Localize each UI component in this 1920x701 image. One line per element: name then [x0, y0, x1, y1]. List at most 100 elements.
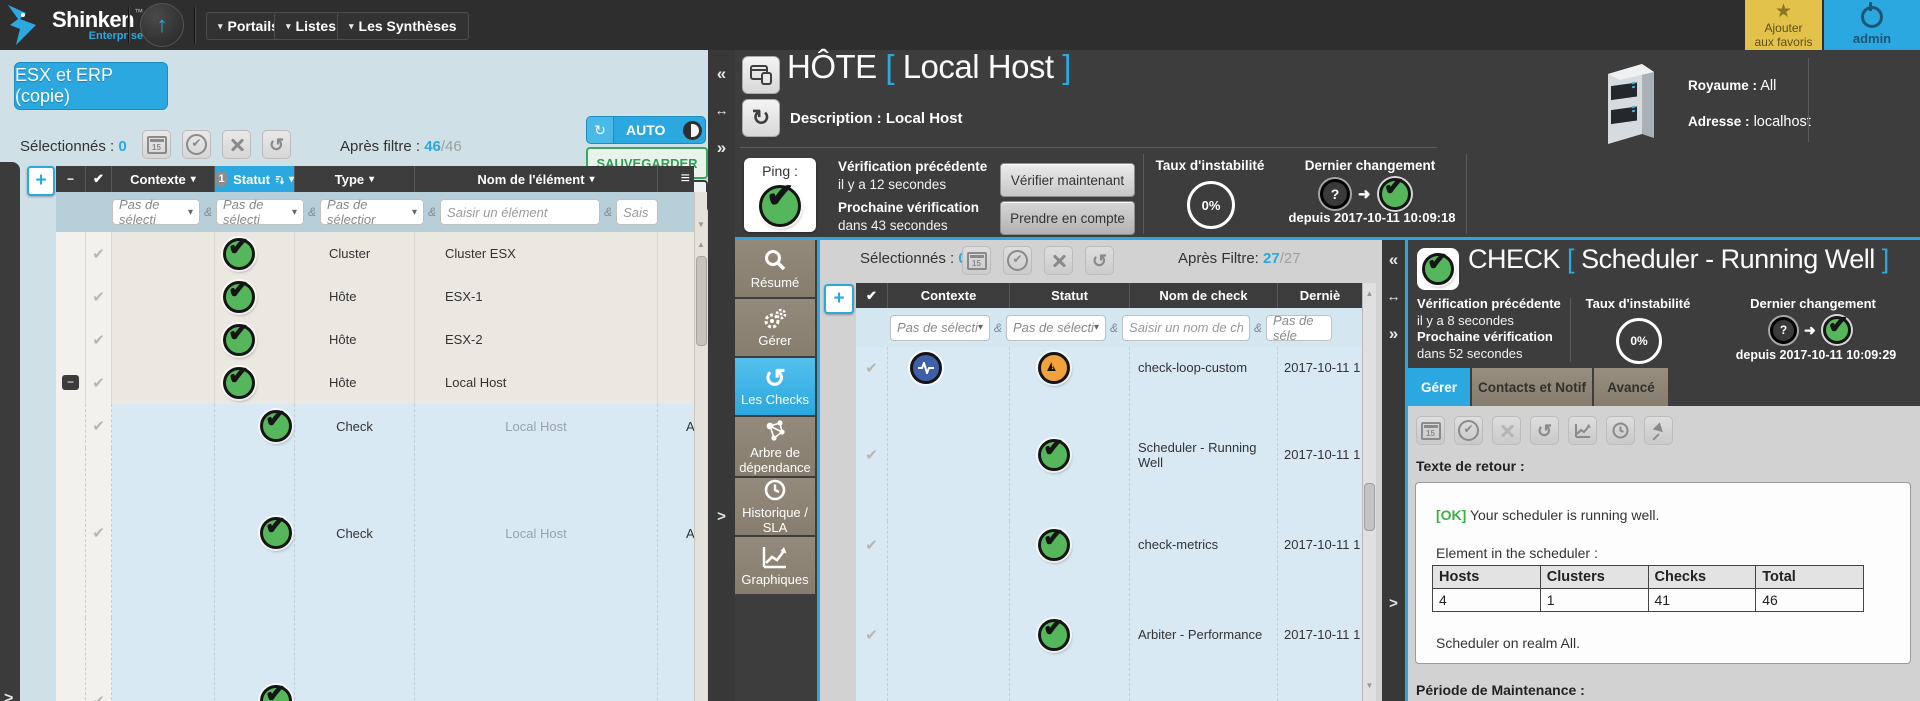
list-title[interactable]: ESX et ERP (copie)	[14, 62, 168, 110]
acknowledge-button[interactable]: ✔	[1003, 246, 1032, 275]
table-row-check[interactable]: ✔ Check Local Host A	[56, 404, 694, 449]
downtime-button[interactable]: 15	[962, 246, 991, 275]
filter-contexte[interactable]: Pas de sélecti ▾	[890, 315, 990, 341]
add-check-button[interactable]: +	[824, 284, 854, 314]
checks-scrollbar[interactable]: ▲ ▼	[1362, 283, 1376, 701]
graph-button[interactable]	[1568, 416, 1597, 445]
menu-syntheses[interactable]: ▾ Les Synthèses	[337, 12, 469, 40]
sidebar-item-graphiques[interactable]: Graphiques	[735, 537, 815, 594]
check-row[interactable]: ✔ Arbiter - Performance 2017-10-11 1	[856, 568, 1362, 701]
col-contexte[interactable]: Contexte ▾	[112, 166, 215, 192]
filter-extra-input[interactable]	[616, 199, 658, 225]
col-nom[interactable]: Nom de l'élément ▾	[415, 166, 658, 192]
table-row[interactable]: ✔ Hôte ESX-2	[56, 318, 694, 363]
acknowledge-button[interactable]: Prendre en compte	[1000, 201, 1135, 235]
row-check-icon[interactable]: ✔	[865, 446, 878, 464]
resize-panel-icon[interactable]: ↔	[1382, 288, 1405, 304]
filter-nom-input[interactable]	[1122, 315, 1250, 341]
row-check-icon[interactable]: ✔	[92, 417, 105, 435]
tab-gerer[interactable]: Gérer	[1408, 368, 1470, 406]
tools-button[interactable]	[1492, 416, 1521, 445]
recheck-button[interactable]: ↺	[1530, 416, 1559, 445]
tab-contacts[interactable]: Contacts et Notif	[1472, 368, 1592, 406]
table-row[interactable]: − ✔ Hôte Local Host	[56, 361, 694, 406]
col-contexte[interactable]: Contexte	[888, 283, 1010, 308]
scroll-down-icon[interactable]: ▼	[1363, 681, 1376, 690]
recheck-button[interactable]: ↺	[262, 130, 291, 159]
expand-panel-icon[interactable]: »	[708, 138, 735, 158]
scroll-down-icon[interactable]: ▼	[695, 220, 707, 229]
col-type[interactable]: Type ▾	[295, 166, 415, 192]
filter-contexte[interactable]: Pas de sélecti ▾	[112, 199, 200, 225]
downtime-button[interactable]: 15	[142, 130, 171, 159]
row-check-icon[interactable]: ✔	[92, 374, 105, 392]
history-button[interactable]	[1606, 416, 1635, 445]
elements-scrollbar[interactable]: ▼ ▲	[694, 192, 707, 701]
table-row-check[interactable]: ✔	[56, 618, 694, 701]
tag-button[interactable]	[1644, 416, 1673, 445]
filter-nom-input[interactable]	[440, 199, 600, 225]
select-all-header[interactable]: ✔	[86, 166, 112, 192]
sidebar-item-gerer[interactable]: Gérer	[735, 299, 815, 356]
row-check-icon[interactable]: ✔	[92, 245, 105, 263]
scrollbar-thumb[interactable]	[1364, 483, 1375, 531]
expand-panel-icon[interactable]: »	[1382, 324, 1405, 344]
sidebar-item-arbre[interactable]: Arbre de dépendance	[735, 417, 815, 476]
panel-divider-right[interactable]: « ↔ » >	[1382, 240, 1405, 701]
acknowledge-button[interactable]: ✔	[182, 130, 211, 159]
col-statut[interactable]: Statut	[1010, 283, 1130, 308]
add-favorites-button[interactable]: ★ Ajouter aux favoris	[1745, 0, 1822, 56]
sidebar-item-les-checks[interactable]: ↺ Les Checks	[735, 358, 815, 415]
table-row[interactable]: ✔ Cluster Cluster ESX	[56, 232, 694, 277]
resize-panel-icon[interactable]: ↔	[708, 102, 735, 118]
check-row[interactable]: ✔ Scheduler - Running Well 2017-10-11 1	[856, 388, 1362, 522]
refresh-description-icon[interactable]: ↻	[742, 99, 780, 137]
filter-statut[interactable]: Pas de sélecti ▾	[1006, 315, 1106, 341]
scroll-up-icon[interactable]: ▲	[1363, 289, 1376, 298]
sidebar-item-resume[interactable]: Résumé	[735, 240, 815, 297]
row-check-icon[interactable]: ✔	[865, 359, 878, 377]
acknowledge-button[interactable]: ✔	[1454, 416, 1483, 445]
collapse-left-strip[interactable]: >	[0, 162, 20, 701]
col-statut[interactable]: 1 Statut ▾	[215, 166, 295, 192]
scroll-top-button[interactable]: ↑	[140, 3, 184, 47]
shinken-logo-icon[interactable]	[6, 3, 52, 50]
row-check-icon[interactable]: ✔	[92, 692, 105, 701]
filter-statut[interactable]: Pas de sélecti ▾	[216, 199, 304, 225]
table-row-check[interactable]: ✔ Check Local Host A	[56, 448, 694, 619]
tab-avance[interactable]: Avancé	[1594, 368, 1668, 406]
select-all-header[interactable]: ✔	[856, 283, 888, 308]
check-row[interactable]: ✔ check-loop-custom 2017-10-11 1	[856, 347, 1362, 389]
admin-button[interactable]: admin	[1824, 0, 1920, 56]
tools-button[interactable]	[222, 130, 251, 159]
col-derniere[interactable]: Derniè	[1278, 283, 1362, 308]
filter-derniere[interactable]: Pas de séle	[1266, 315, 1332, 341]
collapse-panel-icon[interactable]: «	[1382, 250, 1405, 270]
expand-icon[interactable]: >	[708, 508, 735, 525]
scrollbar-thumb[interactable]	[696, 256, 707, 346]
downtime-button[interactable]: 15	[1416, 416, 1445, 445]
filter-type[interactable]: Pas de sélectior ▾	[320, 199, 424, 225]
panel-divider-left[interactable]: « ↔ » >	[708, 50, 735, 701]
auto-refresh-toggle[interactable]: ↻ AUTO	[586, 116, 706, 144]
row-check-icon[interactable]: ✔	[865, 536, 878, 554]
check-now-button[interactable]: Vérifier maintenant	[1000, 163, 1135, 197]
recheck-button[interactable]: ↺	[1085, 246, 1114, 275]
collapse-row-icon[interactable]: −	[62, 375, 79, 390]
expand-icon[interactable]: >	[1382, 595, 1405, 612]
tools-button[interactable]	[1044, 246, 1073, 275]
check-row[interactable]: ✔ check-metrics 2017-10-11 1	[856, 521, 1362, 569]
collapse-all-header[interactable]: −	[56, 166, 86, 192]
collapse-panel-icon[interactable]: «	[708, 64, 735, 84]
add-element-button[interactable]: +	[27, 166, 55, 196]
scroll-up-icon[interactable]: ▲	[695, 240, 707, 249]
row-check-icon[interactable]: ✔	[92, 331, 105, 349]
col-nom-check[interactable]: Nom de check	[1130, 283, 1278, 308]
row-check-icon[interactable]: ✔	[92, 524, 105, 542]
row-check-icon[interactable]: ✔	[92, 288, 105, 306]
stats-divider	[1143, 154, 1144, 234]
sidebar-item-historique[interactable]: Historique / SLA	[735, 478, 815, 535]
row-check-icon[interactable]: ✔	[865, 626, 878, 644]
column-settings[interactable]: ≡	[658, 166, 694, 192]
table-row[interactable]: ✔ Hôte ESX-1	[56, 275, 694, 320]
